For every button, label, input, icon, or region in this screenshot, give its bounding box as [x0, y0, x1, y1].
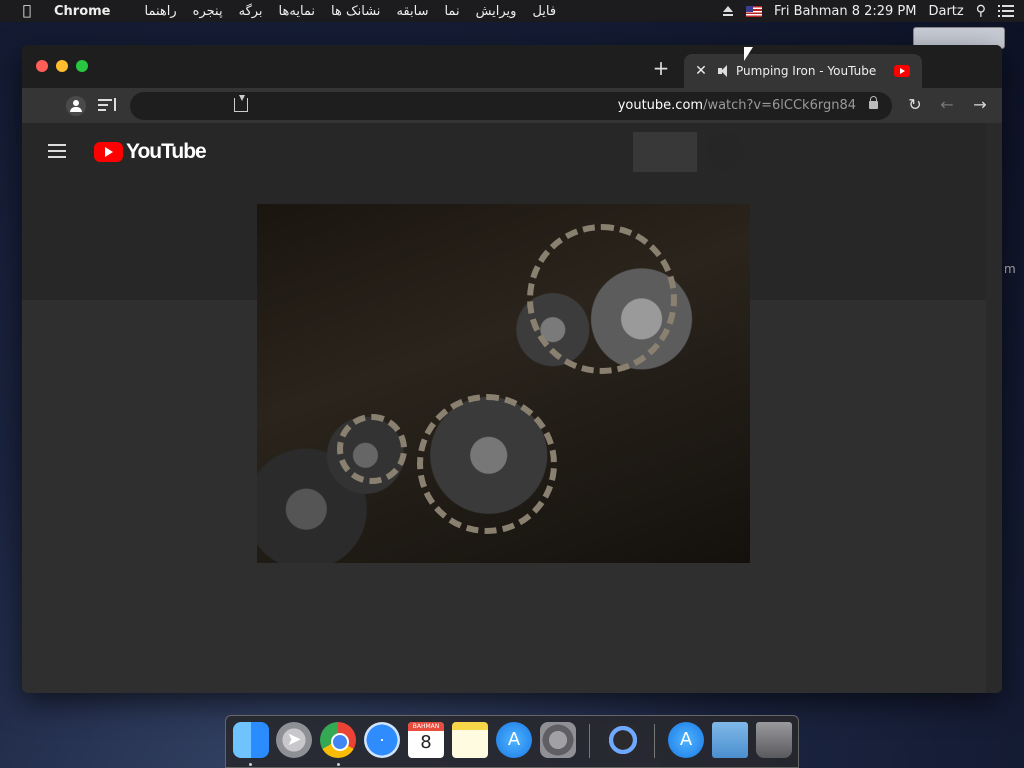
apple-menu-icon[interactable]:  [18, 3, 36, 19]
chrome-icon[interactable] [320, 722, 356, 758]
back-button[interactable]: ← [937, 95, 957, 115]
quicktime-icon[interactable] [605, 722, 641, 758]
menu-profiles[interactable]: نمایه‌ها [279, 4, 316, 19]
spotlight-search-icon[interactable]: ⚲ [976, 3, 986, 19]
downloads-folder-icon[interactable] [712, 722, 748, 758]
tab-close-icon[interactable]: ✕ [692, 63, 710, 79]
audio-playing-icon[interactable] [718, 65, 732, 77]
mouse-cursor-icon [744, 47, 753, 61]
chrome-running-indicator [337, 763, 340, 766]
dock-separator [654, 724, 655, 758]
window-minimize-button[interactable] [56, 60, 68, 72]
media-controls-icon[interactable] [98, 98, 116, 112]
tab-youtube[interactable]: ✕ Pumping Iron - YouTube [684, 54, 922, 88]
video-player[interactable] [257, 204, 750, 563]
dock-separator [589, 724, 590, 758]
menu-help[interactable]: راهنما [145, 4, 177, 19]
menu-bookmarks[interactable]: نشانک ها [331, 4, 380, 19]
tab-strip: + ✕ Pumping Iron - YouTube [22, 45, 1002, 88]
safari-icon[interactable] [364, 722, 400, 758]
hamburger-menu-icon[interactable] [48, 144, 68, 159]
avatar-placeholder [706, 132, 744, 170]
forward-button[interactable]: → [970, 95, 990, 115]
youtube-favicon-icon [894, 65, 910, 77]
menu-view[interactable]: نما [444, 4, 459, 19]
menu-edit[interactable]: ویرایش [476, 4, 517, 19]
reload-button[interactable]: ↻ [905, 95, 925, 115]
menu-history[interactable]: سابقه [396, 4, 428, 19]
app-menu-chrome[interactable]: Chrome [54, 4, 111, 19]
trash-icon[interactable] [756, 722, 792, 758]
menu-tab[interactable]: برگه [239, 4, 263, 19]
chrome-window: + ✕ Pumping Iron - YouTube youtube.com/w… [22, 45, 1002, 693]
install-app-icon[interactable] [234, 95, 248, 112]
notification-center-icon[interactable] [998, 5, 1014, 17]
sign-in-placeholder [633, 132, 697, 172]
tab-title: Pumping Iron - YouTube [736, 64, 877, 78]
desktop-edge-text: m [1004, 262, 1016, 276]
youtube-play-icon [94, 142, 123, 162]
menu-file[interactable]: فایل [532, 4, 556, 19]
calendar-icon[interactable]: BAHMAN 8 [408, 722, 444, 758]
page-content: YouTube [22, 123, 1002, 693]
menubar-clock[interactable]: Fri Bahman 8 2:29 PM [774, 4, 917, 19]
browser-toolbar: youtube.com/watch?v=6lCCk6rgn84 ↻ ← → [22, 88, 1002, 123]
launchpad-icon[interactable]: ➤ [276, 722, 312, 758]
finder-running-indicator [249, 763, 252, 766]
youtube-logo[interactable]: YouTube [94, 140, 207, 164]
window-close-button[interactable] [36, 60, 48, 72]
menu-window[interactable]: پنجره [193, 4, 223, 19]
profile-icon[interactable] [66, 96, 86, 116]
url-text[interactable]: youtube.com/watch?v=6lCCk6rgn84 [618, 98, 856, 113]
new-tab-button[interactable]: + [649, 57, 673, 81]
finder-icon[interactable] [233, 722, 269, 758]
menubar-user[interactable]: Dartz [928, 4, 963, 19]
menu-bar:  Chrome فایل ویرایش نما سابقه نشانک ها … [0, 0, 1024, 22]
dock: ➤ BAHMAN 8 A A [225, 715, 799, 768]
app-store-download-icon[interactable]: A [668, 722, 704, 758]
app-store-icon[interactable]: A [496, 722, 532, 758]
notes-icon[interactable] [452, 722, 488, 758]
window-zoom-button[interactable] [76, 60, 88, 72]
address-bar[interactable]: youtube.com/watch?v=6lCCk6rgn84 [130, 92, 892, 120]
eject-icon[interactable] [722, 6, 734, 16]
system-preferences-icon[interactable] [540, 722, 576, 758]
menu-items: فایل ویرایش نما سابقه نشانک ها نمایه‌ها … [129, 4, 557, 19]
page-scrollbar[interactable] [986, 123, 1002, 693]
lock-icon[interactable] [869, 96, 878, 109]
input-source-flag-icon[interactable] [745, 5, 762, 17]
